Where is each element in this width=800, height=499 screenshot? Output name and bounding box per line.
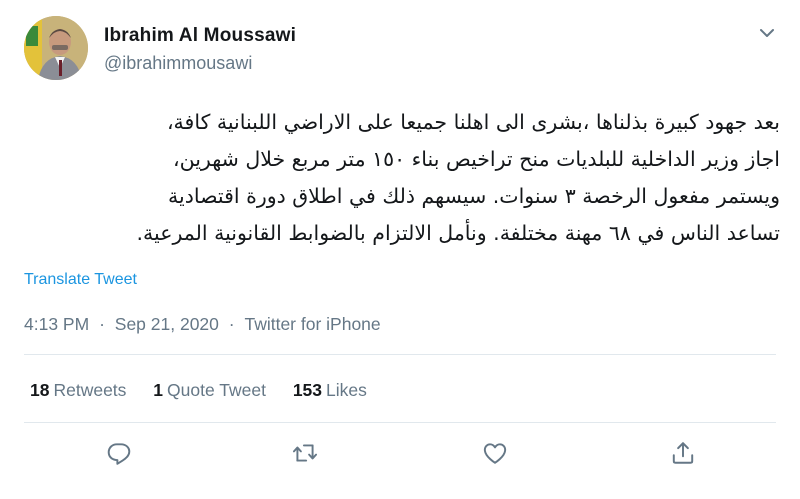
chevron-down-icon[interactable] — [756, 22, 778, 44]
retweet-button[interactable] — [290, 438, 320, 468]
retweets-label: Retweets — [53, 380, 127, 400]
user-info: Ibrahim Al Moussawi @ibrahimmousawi — [104, 25, 296, 74]
share-icon — [672, 442, 694, 464]
retweets-count: 18 — [30, 380, 50, 400]
user-handle[interactable]: @ibrahimmousawi — [104, 53, 296, 74]
likes-count: 153 — [292, 380, 323, 400]
quotes-label: Quote Tweet — [167, 380, 266, 400]
reply-button[interactable] — [104, 438, 134, 468]
like-button[interactable] — [480, 438, 510, 468]
quotes-count: 1 — [153, 380, 164, 400]
meta-separator: · — [228, 314, 235, 334]
tweet-stats: 18 Retweets 1 Quote Tweet 153 Likes — [30, 380, 389, 401]
tweet-source[interactable]: Twitter for iPhone — [244, 314, 380, 335]
tweet-date[interactable]: Sep 21, 2020 — [115, 314, 219, 335]
divider — [24, 354, 776, 355]
translate-tweet-link[interactable]: Translate Tweet — [24, 271, 137, 289]
tweet-text: بعد جهود كبيرة بذلناها ،بشرى الى اهلنا ج… — [136, 110, 780, 245]
reply-icon — [107, 443, 131, 465]
display-name[interactable]: Ibrahim Al Moussawi — [104, 25, 296, 47]
meta-separator: · — [99, 314, 105, 334]
avatar[interactable] — [24, 16, 88, 80]
tweet-card: Ibrahim Al Moussawi @ibrahimmousawi بعد … — [0, 0, 800, 499]
tweet-meta: 4:13 PM · Sep 21, 2020 · Twitter for iPh… — [24, 314, 381, 335]
quote-tweets-stat[interactable]: 1 Quote Tweet — [153, 380, 266, 401]
likes-label: Likes — [326, 380, 367, 400]
divider — [24, 422, 776, 423]
retweet-icon — [292, 444, 318, 462]
share-button[interactable] — [668, 438, 698, 468]
likes-stat[interactable]: 153 Likes — [293, 380, 367, 401]
retweets-stat[interactable]: 18 Retweets — [30, 380, 126, 401]
like-icon — [483, 443, 507, 464]
action-bar — [0, 438, 800, 478]
tweet-time[interactable]: 4:13 PM — [24, 314, 89, 335]
